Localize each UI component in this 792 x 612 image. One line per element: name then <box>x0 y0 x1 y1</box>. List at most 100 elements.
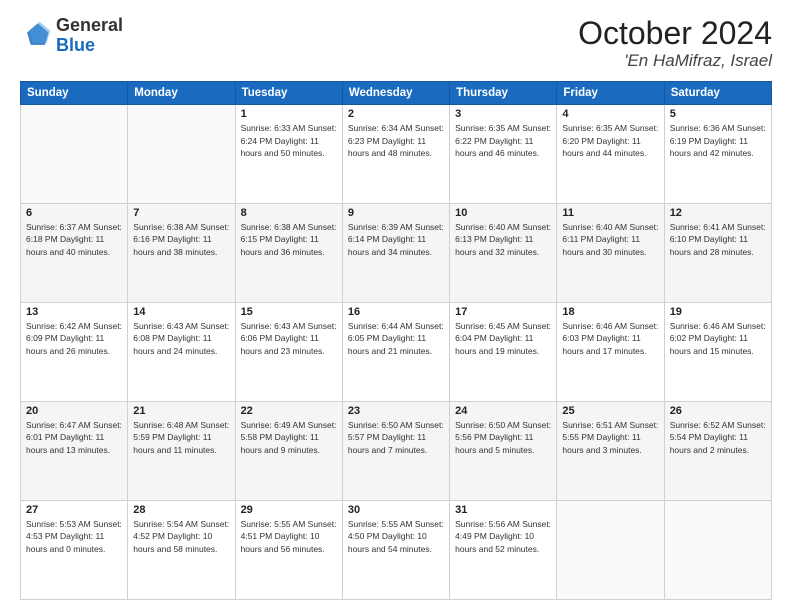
day-number: 17 <box>455 306 551 318</box>
generalblue-logo-icon <box>20 20 52 52</box>
day-info: Sunrise: 6:33 AM Sunset: 6:24 PM Dayligh… <box>241 122 337 159</box>
day-info: Sunrise: 6:52 AM Sunset: 5:54 PM Dayligh… <box>670 419 766 456</box>
header: General Blue October 2024 'En HaMifraz, … <box>20 16 772 71</box>
col-monday: Monday <box>128 82 235 105</box>
day-info: Sunrise: 6:36 AM Sunset: 6:19 PM Dayligh… <box>670 122 766 159</box>
table-row <box>557 501 664 600</box>
title-block: October 2024 'En HaMifraz, Israel <box>578 16 772 71</box>
day-number: 26 <box>670 405 766 417</box>
day-info: Sunrise: 6:48 AM Sunset: 5:59 PM Dayligh… <box>133 419 229 456</box>
day-number: 20 <box>26 405 122 417</box>
day-info: Sunrise: 6:41 AM Sunset: 6:10 PM Dayligh… <box>670 221 766 258</box>
table-row: 4 Sunrise: 6:35 AM Sunset: 6:20 PM Daylig… <box>557 105 664 204</box>
table-row: 27 Sunrise: 5:53 AM Sunset: 4:53 PM Dayli… <box>21 501 128 600</box>
col-sunday: Sunday <box>21 82 128 105</box>
day-info: Sunrise: 5:56 AM Sunset: 4:49 PM Dayligh… <box>455 518 551 555</box>
day-info: Sunrise: 6:40 AM Sunset: 6:11 PM Dayligh… <box>562 221 658 258</box>
day-info: Sunrise: 5:53 AM Sunset: 4:53 PM Dayligh… <box>26 518 122 555</box>
day-number: 18 <box>562 306 658 318</box>
day-info: Sunrise: 6:46 AM Sunset: 6:03 PM Dayligh… <box>562 320 658 357</box>
day-info: Sunrise: 6:35 AM Sunset: 6:22 PM Dayligh… <box>455 122 551 159</box>
day-info: Sunrise: 6:42 AM Sunset: 6:09 PM Dayligh… <box>26 320 122 357</box>
table-row: 23 Sunrise: 6:50 AM Sunset: 5:57 PM Dayli… <box>342 402 449 501</box>
day-info: Sunrise: 5:55 AM Sunset: 4:50 PM Dayligh… <box>348 518 444 555</box>
day-number: 15 <box>241 306 337 318</box>
table-row: 1 Sunrise: 6:33 AM Sunset: 6:24 PM Daylig… <box>235 105 342 204</box>
calendar-header-row: Sunday Monday Tuesday Wednesday Thursday… <box>21 82 772 105</box>
logo-blue: Blue <box>56 35 95 55</box>
col-wednesday: Wednesday <box>342 82 449 105</box>
day-number: 2 <box>348 108 444 120</box>
day-info: Sunrise: 6:45 AM Sunset: 6:04 PM Dayligh… <box>455 320 551 357</box>
week-row-3: 20Sunrise: 6:47 AM Sunset: 6:01 PM Dayli… <box>21 402 772 501</box>
day-info: Sunrise: 6:44 AM Sunset: 6:05 PM Dayligh… <box>348 320 444 357</box>
day-info: Sunrise: 5:55 AM Sunset: 4:51 PM Dayligh… <box>241 518 337 555</box>
logo-text: General Blue <box>56 16 123 56</box>
table-row: 7 Sunrise: 6:38 AM Sunset: 6:16 PM Daylig… <box>128 204 235 303</box>
day-number: 31 <box>455 504 551 516</box>
table-row: 20Sunrise: 6:47 AM Sunset: 6:01 PM Dayli… <box>21 402 128 501</box>
table-row: 13 Sunrise: 6:42 AM Sunset: 6:09 PM Dayli… <box>21 303 128 402</box>
day-number: 1 <box>241 108 337 120</box>
day-number: 16 <box>348 306 444 318</box>
week-row-4: 27 Sunrise: 5:53 AM Sunset: 4:53 PM Dayli… <box>21 501 772 600</box>
table-row: 9Sunrise: 6:39 AM Sunset: 6:14 PM Daylig… <box>342 204 449 303</box>
day-number: 3 <box>455 108 551 120</box>
day-number: 24 <box>455 405 551 417</box>
day-number: 6 <box>26 207 122 219</box>
day-number: 9 <box>348 207 444 219</box>
table-row: 24 Sunrise: 6:50 AM Sunset: 5:56 PM Dayli… <box>450 402 557 501</box>
logo: General Blue <box>20 16 123 56</box>
day-number: 5 <box>670 108 766 120</box>
day-number: 12 <box>670 207 766 219</box>
day-number: 28 <box>133 504 229 516</box>
col-saturday: Saturday <box>664 82 771 105</box>
table-row: 29Sunrise: 5:55 AM Sunset: 4:51 PM Dayli… <box>235 501 342 600</box>
day-number: 25 <box>562 405 658 417</box>
table-row <box>21 105 128 204</box>
table-row: 26 Sunrise: 6:52 AM Sunset: 5:54 PM Dayli… <box>664 402 771 501</box>
table-row: 21 Sunrise: 6:48 AM Sunset: 5:59 PM Dayli… <box>128 402 235 501</box>
day-number: 10 <box>455 207 551 219</box>
table-row <box>664 501 771 600</box>
col-tuesday: Tuesday <box>235 82 342 105</box>
table-row: 8Sunrise: 6:38 AM Sunset: 6:15 PM Daylig… <box>235 204 342 303</box>
col-friday: Friday <box>557 82 664 105</box>
day-number: 14 <box>133 306 229 318</box>
table-row: 6 Sunrise: 6:37 AM Sunset: 6:18 PM Daylig… <box>21 204 128 303</box>
day-number: 4 <box>562 108 658 120</box>
table-row: 22Sunrise: 6:49 AM Sunset: 5:58 PM Dayli… <box>235 402 342 501</box>
day-info: Sunrise: 6:40 AM Sunset: 6:13 PM Dayligh… <box>455 221 551 258</box>
day-number: 7 <box>133 207 229 219</box>
day-number: 19 <box>670 306 766 318</box>
day-info: Sunrise: 6:37 AM Sunset: 6:18 PM Dayligh… <box>26 221 122 258</box>
table-row <box>128 105 235 204</box>
day-info: Sunrise: 6:43 AM Sunset: 6:06 PM Dayligh… <box>241 320 337 357</box>
week-row-1: 6 Sunrise: 6:37 AM Sunset: 6:18 PM Daylig… <box>21 204 772 303</box>
table-row: 31 Sunrise: 5:56 AM Sunset: 4:49 PM Dayli… <box>450 501 557 600</box>
table-row: 5 Sunrise: 6:36 AM Sunset: 6:19 PM Daylig… <box>664 105 771 204</box>
day-info: Sunrise: 5:54 AM Sunset: 4:52 PM Dayligh… <box>133 518 229 555</box>
calendar-table: Sunday Monday Tuesday Wednesday Thursday… <box>20 81 772 600</box>
day-number: 21 <box>133 405 229 417</box>
day-number: 23 <box>348 405 444 417</box>
week-row-0: 1 Sunrise: 6:33 AM Sunset: 6:24 PM Daylig… <box>21 105 772 204</box>
day-info: Sunrise: 6:50 AM Sunset: 5:57 PM Dayligh… <box>348 419 444 456</box>
day-info: Sunrise: 6:50 AM Sunset: 5:56 PM Dayligh… <box>455 419 551 456</box>
table-row: 18 Sunrise: 6:46 AM Sunset: 6:03 PM Dayli… <box>557 303 664 402</box>
table-row: 10 Sunrise: 6:40 AM Sunset: 6:13 PM Dayli… <box>450 204 557 303</box>
day-info: Sunrise: 6:35 AM Sunset: 6:20 PM Dayligh… <box>562 122 658 159</box>
day-number: 13 <box>26 306 122 318</box>
table-row: 15 Sunrise: 6:43 AM Sunset: 6:06 PM Dayli… <box>235 303 342 402</box>
day-info: Sunrise: 6:38 AM Sunset: 6:15 PM Dayligh… <box>241 221 337 258</box>
day-number: 22 <box>241 405 337 417</box>
table-row: 2Sunrise: 6:34 AM Sunset: 6:23 PM Daylig… <box>342 105 449 204</box>
day-number: 27 <box>26 504 122 516</box>
table-row: 16 Sunrise: 6:44 AM Sunset: 6:05 PM Dayli… <box>342 303 449 402</box>
day-info: Sunrise: 6:38 AM Sunset: 6:16 PM Dayligh… <box>133 221 229 258</box>
month-title: October 2024 <box>578 16 772 51</box>
table-row: 19Sunrise: 6:46 AM Sunset: 6:02 PM Dayli… <box>664 303 771 402</box>
table-row: 30 Sunrise: 5:55 AM Sunset: 4:50 PM Dayli… <box>342 501 449 600</box>
page: General Blue October 2024 'En HaMifraz, … <box>0 0 792 612</box>
day-number: 30 <box>348 504 444 516</box>
